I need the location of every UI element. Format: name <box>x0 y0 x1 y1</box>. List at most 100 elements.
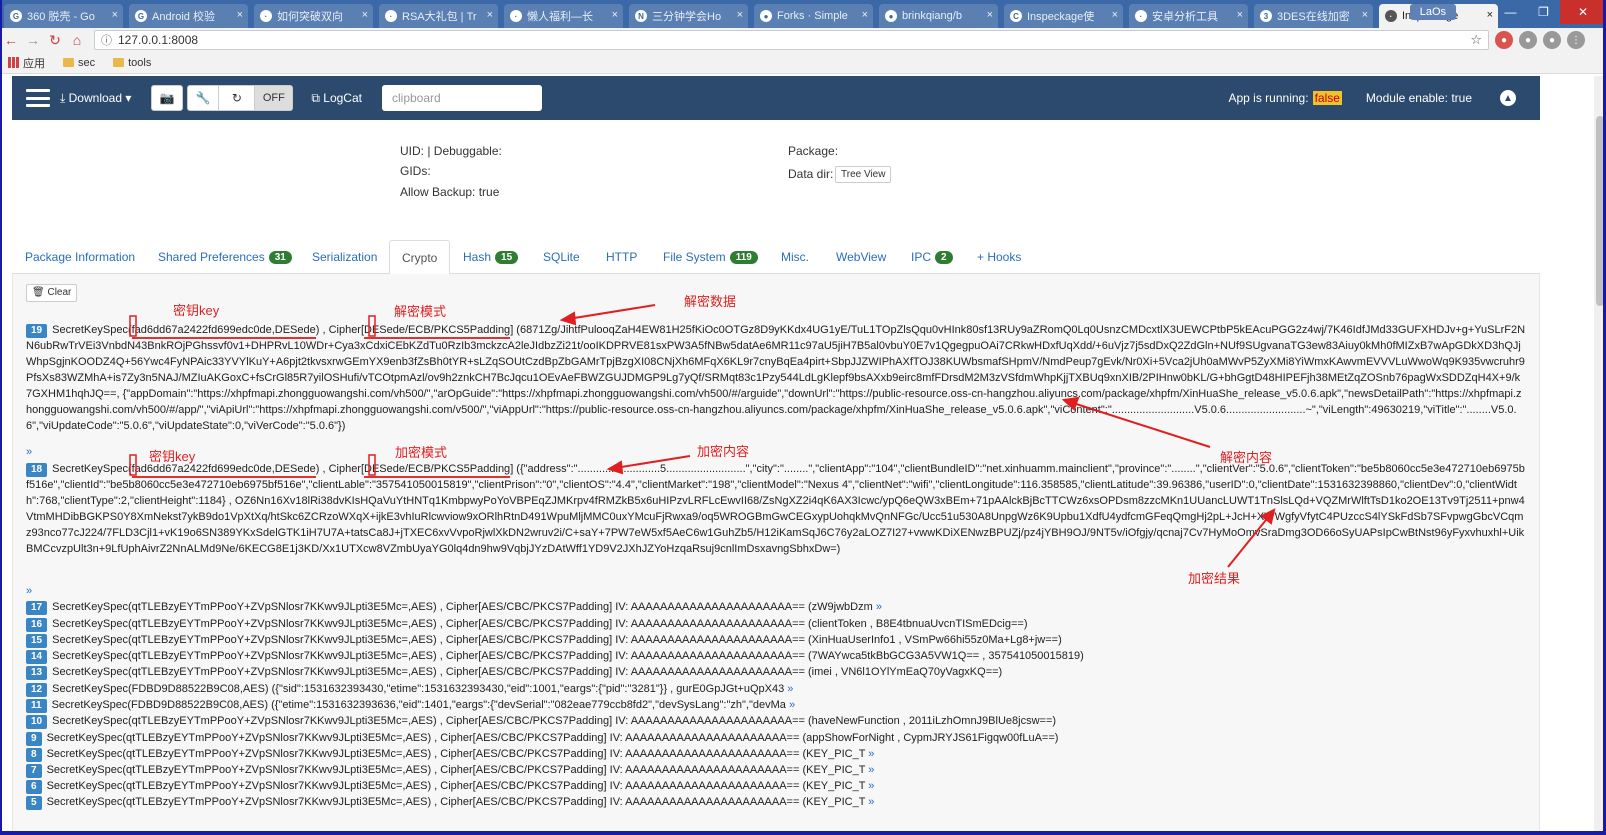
app-running-value: false <box>1312 91 1342 105</box>
screenshot-button[interactable]: 📷 <box>151 85 184 111</box>
browser-tab[interactable]: G 360 脱壳 - Go × <box>4 4 123 28</box>
crypto-entry-7: 7 SecretKeySpec(qtTLEBzyEYTmPPooY+ZVpSNlo… <box>26 762 1526 778</box>
tab-hooks[interactable]: + Hooks <box>977 240 1021 274</box>
bookmark-folder-tools[interactable]: tools <box>113 57 151 69</box>
wrench-icon: 🔧 <box>195 91 211 105</box>
tab-close-icon[interactable]: × <box>112 9 118 21</box>
clipboard-input[interactable] <box>381 85 542 111</box>
expand-more-icon[interactable]: » <box>787 683 793 695</box>
expand-more-icon[interactable]: » <box>26 444 46 460</box>
tab-label: Crypto <box>402 250 438 265</box>
auto-refresh-toggle[interactable]: OFF <box>255 85 294 111</box>
bookmark-star-icon[interactable]: ☆ <box>1470 32 1482 48</box>
tab-webview[interactable]: WebView <box>836 240 886 274</box>
refresh-button[interactable]: ↻ <box>219 85 256 111</box>
config-button[interactable]: 🔧 <box>187 85 220 111</box>
browser-tab[interactable]: C Inspeckage使 × <box>1004 4 1123 28</box>
tab-file-system[interactable]: File System 119 <box>663 240 758 274</box>
info-icon[interactable]: ⓘ <box>101 32 112 48</box>
tab-close-icon[interactable]: × <box>1362 9 1368 21</box>
home-icon[interactable]: ⌂ <box>66 32 88 48</box>
tab-close-icon[interactable]: × <box>237 9 243 21</box>
browser-tab[interactable]: · 如何突破双向 × <box>254 4 373 28</box>
main-tabs: Package Information Shared Preferences 31… <box>12 240 1540 275</box>
tab-ipc[interactable]: IPC 2 <box>911 240 953 274</box>
expand-more-icon[interactable]: » <box>868 748 874 760</box>
browser-tab[interactable]: G Android 校验 × <box>129 4 248 28</box>
tab-favicon-icon: · <box>1385 10 1397 22</box>
browser-tab[interactable]: ● Forks · Simple × <box>754 4 873 28</box>
tab-crypto[interactable]: Crypto <box>389 240 451 275</box>
tab-favicon-icon: · <box>260 10 272 22</box>
window-close-icon[interactable]: ✕ <box>1560 0 1606 24</box>
tab-hash[interactable]: Hash 15 <box>463 240 519 274</box>
entry-number: 16 <box>26 618 48 632</box>
tab-close-icon[interactable]: × <box>987 9 993 21</box>
expand-more-icon[interactable]: » <box>868 796 874 808</box>
forward-icon[interactable]: → <box>22 32 44 48</box>
tree-view-button[interactable]: Tree View <box>835 166 892 183</box>
url-input[interactable]: ⓘ 127.0.0.1:8008 ☆ <box>94 30 1489 50</box>
annotation-content-1: 解密内容 <box>1220 450 1273 465</box>
download-dropdown[interactable]: ⤓ Download ▾ <box>60 91 131 106</box>
hamburger-menu-icon[interactable] <box>26 89 50 107</box>
window-frame <box>0 831 1606 835</box>
bookmark-folder-sec[interactable]: sec <box>63 57 95 69</box>
folder-icon <box>63 58 74 67</box>
allow-backup-line: Allow Backup: true <box>400 185 500 199</box>
browser-tab[interactable]: · 安卓分析工具 × <box>1129 4 1248 28</box>
browser-tab[interactable]: ● brinkqiang/b × <box>879 4 998 28</box>
tab-serialization[interactable]: Serialization <box>312 240 377 274</box>
entry-text: SecretKeySpec(FDBD9D88522B9C08,AES) ({"s… <box>52 683 785 695</box>
tab-label: + Hooks <box>977 250 1022 264</box>
expand-more-icon[interactable]: » <box>789 699 795 711</box>
tab-close-icon[interactable]: × <box>612 9 618 21</box>
tab-close-icon[interactable]: × <box>1237 9 1243 21</box>
tab-close-icon[interactable]: × <box>737 9 743 21</box>
tab-close-icon[interactable]: × <box>862 9 868 21</box>
clear-button[interactable]: 🗑 Clear <box>26 284 78 302</box>
tab-close-icon[interactable]: × <box>1112 9 1118 21</box>
tab-label: Serialization <box>312 250 378 264</box>
expand-more-icon[interactable]: » <box>876 601 882 613</box>
browser-tab[interactable]: N 三分钟学会Ho × <box>629 4 748 28</box>
extension-icon[interactable]: ● <box>1543 31 1561 49</box>
expand-more-icon[interactable]: » <box>868 780 874 792</box>
tab-close-icon[interactable]: × <box>1487 9 1493 21</box>
entry-prefix: SecretKeySpec( <box>52 463 132 475</box>
scroll-up-icon[interactable]: ▲ <box>1500 90 1516 106</box>
menu-icon[interactable]: ⋮ <box>1567 31 1585 49</box>
tab-title: 360 脱壳 - Go <box>27 11 95 23</box>
extension-icon[interactable]: ● <box>1495 31 1513 49</box>
expand-more-icon[interactable]: » <box>26 583 46 599</box>
tab-count-badge: 31 <box>268 250 292 264</box>
extension-icon[interactable]: ● <box>1519 31 1537 49</box>
cipher-mode: DESede/ECB/PKCS5Padding <box>364 463 511 478</box>
tab-misc[interactable]: Misc. <box>781 240 809 274</box>
tab-favicon-icon: · <box>510 10 522 22</box>
tab-title: 三分钟学会Ho <box>652 11 722 23</box>
tab-package-information[interactable]: Package Information <box>25 240 135 274</box>
tab-close-icon[interactable]: × <box>487 9 493 21</box>
logcat-link[interactable]: ⧉ LogCat <box>311 91 362 106</box>
back-icon[interactable]: ← <box>0 32 22 48</box>
browser-tab[interactable]: · RSA大礼包 | Tr × <box>379 4 498 28</box>
bookmark-apps[interactable]: 应用 <box>8 55 45 71</box>
module-enable-status: Module enable: true <box>1365 91 1472 105</box>
tab-sqlite[interactable]: SQLite <box>543 240 580 274</box>
tab-http[interactable]: HTTP <box>606 240 637 274</box>
profile-badge[interactable]: LaOs <box>1409 4 1456 20</box>
tab-close-icon[interactable]: × <box>362 9 368 21</box>
browser-tab[interactable]: · 懒人福利—长 × <box>504 4 623 28</box>
maximize-icon[interactable]: ❐ <box>1527 0 1560 24</box>
tab-title: 懒人福利—长 <box>527 11 593 23</box>
expand-more-icon[interactable]: » <box>868 764 874 776</box>
tab-shared-preferences[interactable]: Shared Preferences 31 <box>158 240 292 274</box>
url-text: 127.0.0.1:8008 <box>118 33 199 47</box>
bookmarks-bar: 应用 sec tools <box>0 52 1606 74</box>
browser-tab[interactable]: 3 3DES在线加密 × <box>1254 4 1373 28</box>
reload-icon[interactable]: ↻ <box>44 32 66 49</box>
minimize-icon[interactable]: — <box>1494 0 1527 24</box>
entry-mid: ) , Cipher[ <box>315 463 365 475</box>
annotation-data-1: 解密数据 <box>684 294 737 309</box>
